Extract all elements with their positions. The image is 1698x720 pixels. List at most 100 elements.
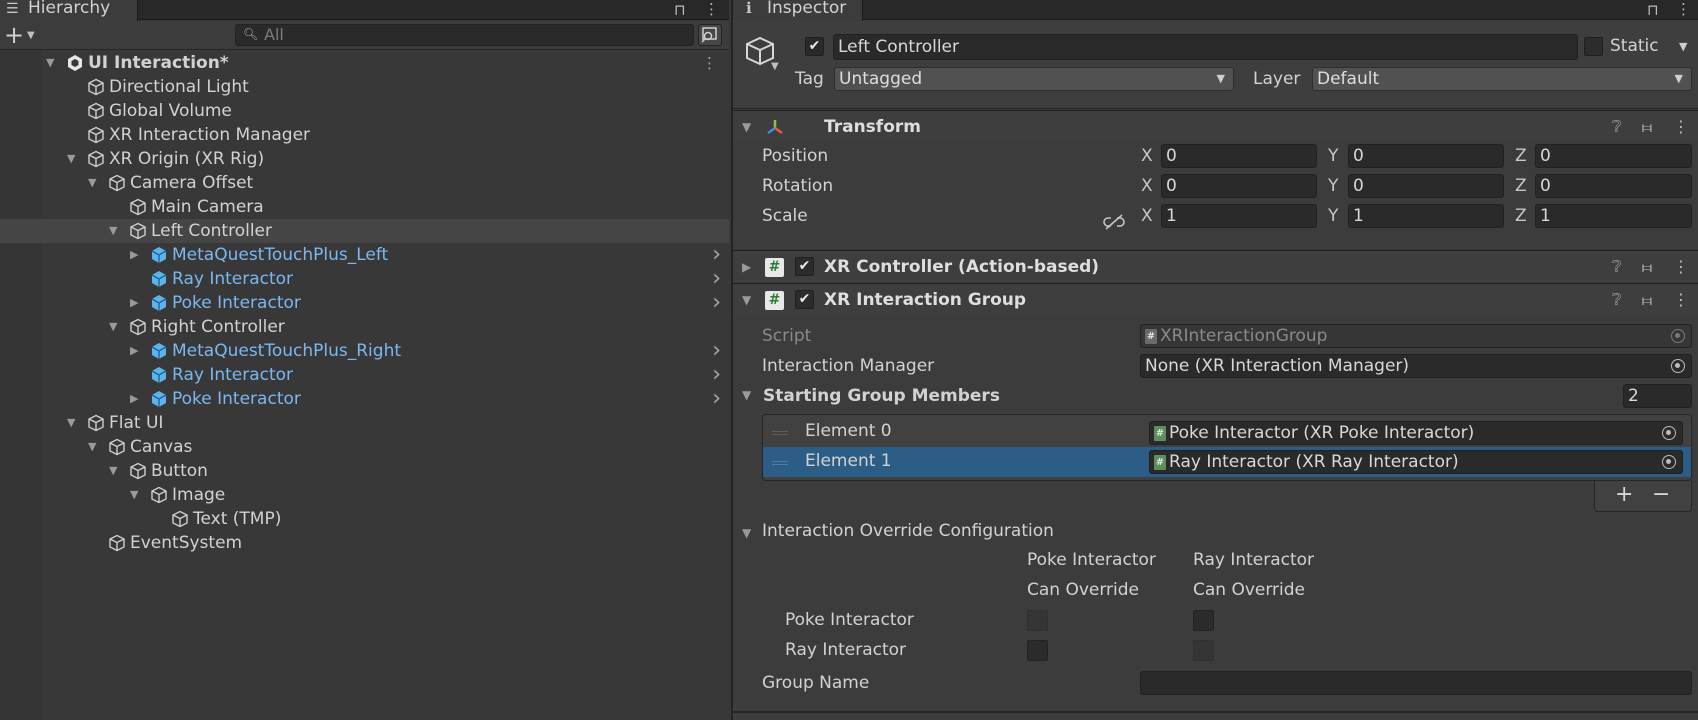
transform-rotation-y-field[interactable]: 0 [1348,174,1504,198]
element-0-field[interactable]: # Poke Interactor (XR Poke Interactor) [1149,421,1683,445]
remove-element-button[interactable]: − [1652,483,1670,507]
chevron-right-icon[interactable]: › [712,363,721,387]
drag-handle-icon[interactable] [772,431,788,435]
preset-sliders-icon[interactable]: ⧦ [1642,111,1652,143]
hierarchy-search-input[interactable]: 🔍︎ All [235,24,694,46]
chevron-right-icon[interactable]: › [712,291,721,315]
group-name-input[interactable] [1140,671,1692,695]
hierarchy-item[interactable]: ▶ Poke Interactor › [0,387,729,411]
hierarchy-item[interactable]: ▼ XR Origin (XR Rig) [0,147,729,171]
help-icon[interactable]: ❔︎ [1612,111,1622,143]
hierarchy-item[interactable]: ▼ Canvas [0,435,729,459]
static-dropdown-icon[interactable]: ▼ [1679,40,1687,53]
chevron-right-icon[interactable]: › [712,339,721,363]
hierarchy-item[interactable]: Main Camera [0,195,729,219]
transform-rotation-x-field[interactable]: 0 [1161,174,1317,198]
chevron-right-icon[interactable]: › [712,243,721,267]
xr-group-enabled-checkbox[interactable]: ✔ [795,290,814,309]
preset-sliders-icon[interactable]: ⧦ [1642,284,1652,316]
axis-z-label[interactable]: Z [1515,204,1527,228]
foldout-expanded-icon[interactable]: ▼ [109,219,117,243]
hierarchy-item[interactable]: ▶ Poke Interactor › [0,291,729,315]
more-vertical-icon[interactable]: ⋮ [1673,111,1689,143]
foldout-expanded-icon[interactable]: ▼ [67,411,75,435]
list-item[interactable]: Element 0 # Poke Interactor (XR Poke Inte… [763,417,1691,447]
hierarchy-tab[interactable]: ☰ Hierarchy [0,0,138,21]
hierarchy-item[interactable]: Text (TMP) [0,507,729,531]
more-vertical-icon[interactable]: ⋮ [704,1,719,17]
foldout-expanded-icon[interactable]: ▼ [742,526,751,540]
axis-x-label[interactable]: X [1141,204,1153,228]
hierarchy-item[interactable]: ▶ MetaQuestTouchPlus_Right › [0,339,729,363]
foldout-expanded-icon[interactable]: ▼ [742,284,751,316]
axis-x-label[interactable]: X [1141,144,1153,168]
constrain-proportions-icon[interactable] [1103,213,1125,231]
foldout-collapsed-icon[interactable]: ▶ [742,251,751,283]
lock-icon[interactable]: ⊓ [1647,2,1659,18]
foldout-collapsed-icon[interactable]: ▶ [130,291,138,315]
more-vertical-icon[interactable]: ⋮ [1673,251,1689,283]
axis-z-label[interactable]: Z [1515,144,1527,168]
axis-y-label[interactable]: Y [1328,204,1338,228]
axis-x-label[interactable]: X [1141,174,1153,198]
axis-y-label[interactable]: Y [1328,144,1338,168]
starting-members-label[interactable]: Starting Group Members [763,384,1000,408]
foldout-expanded-icon[interactable]: ▼ [88,435,96,459]
hierarchy-item[interactable]: Global Volume [0,99,729,123]
object-picker-icon[interactable] [1671,359,1685,373]
transform-scale-y-field[interactable]: 1 [1348,204,1504,228]
list-item[interactable]: Element 1 # Ray Interactor (XR Ray Intera… [763,447,1691,477]
transform-scale-x-field[interactable]: 1 [1161,204,1317,228]
create-dropdown-icon[interactable]: ▼ [27,30,35,41]
foldout-expanded-icon[interactable]: ▼ [130,483,138,507]
search-by-type-button[interactable] [698,24,722,46]
object-picker-icon[interactable] [1662,426,1676,440]
layer-dropdown[interactable]: Default ▼ [1312,67,1692,91]
foldout-expanded-icon[interactable]: ▼ [46,51,54,75]
hierarchy-item[interactable]: Ray Interactor › [0,267,729,291]
transform-rotation-z-field[interactable]: 0 [1535,174,1692,198]
interaction-manager-field[interactable]: None (XR Interaction Manager) [1140,354,1692,378]
foldout-collapsed-icon[interactable]: ▶ [130,387,138,411]
foldout-expanded-icon[interactable]: ▼ [742,388,751,402]
axis-z-label[interactable]: Z [1515,174,1527,198]
xr-group-header[interactable]: ▼ # ✔ XR Interaction Group ❔︎ ⧦ ⋮ [733,283,1698,315]
ray-poke-checkbox[interactable] [1027,640,1048,661]
hierarchy-item[interactable]: ▼ Button [0,459,729,483]
hierarchy-item[interactable]: Ray Interactor › [0,363,729,387]
object-picker-icon[interactable] [1662,455,1676,469]
foldout-collapsed-icon[interactable]: ▶ [130,339,138,363]
hierarchy-item[interactable]: ▼ UI Interaction* ⋮ [0,51,729,75]
element-1-field[interactable]: # Ray Interactor (XR Ray Interactor) [1149,450,1683,474]
foldout-expanded-icon[interactable]: ▼ [109,315,117,339]
tag-dropdown[interactable]: Untagged ▼ [834,67,1234,91]
hierarchy-item[interactable]: XR Interaction Manager [0,123,729,147]
hierarchy-item[interactable]: Directional Light [0,75,729,99]
transform-position-y-field[interactable]: 0 [1348,144,1504,168]
chevron-right-icon[interactable]: › [712,267,721,291]
create-add-icon[interactable]: + [4,21,24,49]
hierarchy-item[interactable]: EventSystem [0,531,729,555]
members-count-field[interactable]: 2 [1623,384,1692,408]
override-config-label[interactable]: Interaction Override Configuration [762,519,1054,543]
more-vertical-icon[interactable]: ⋮ [702,51,717,75]
hierarchy-item[interactable]: ▼ Image [0,483,729,507]
transform-scale-z-field[interactable]: 1 [1535,204,1692,228]
lock-icon[interactable]: ⊓ [674,2,686,18]
more-vertical-icon[interactable]: ⋮ [1676,1,1691,17]
object-name-field[interactable]: Left Controller [833,34,1578,60]
foldout-collapsed-icon[interactable]: ▶ [130,243,138,267]
hierarchy-item[interactable]: ▼ Camera Offset [0,171,729,195]
chevron-right-icon[interactable]: › [712,387,721,411]
transform-position-x-field[interactable]: 0 [1161,144,1317,168]
xr-controller-header[interactable]: ▶ # ✔ XR Controller (Action-based) ❔︎ ⧦ … [733,250,1698,282]
poke-ray-checkbox[interactable] [1193,610,1214,631]
more-vertical-icon[interactable]: ⋮ [1673,284,1689,316]
static-checkbox[interactable] [1584,37,1603,56]
foldout-expanded-icon[interactable]: ▼ [109,459,117,483]
object-active-checkbox[interactable]: ✔ [805,37,824,56]
drag-handle-icon[interactable] [772,461,788,465]
help-icon[interactable]: ❔︎ [1612,284,1622,316]
xr-controller-enabled-checkbox[interactable]: ✔ [795,257,814,276]
axis-y-label[interactable]: Y [1328,174,1338,198]
